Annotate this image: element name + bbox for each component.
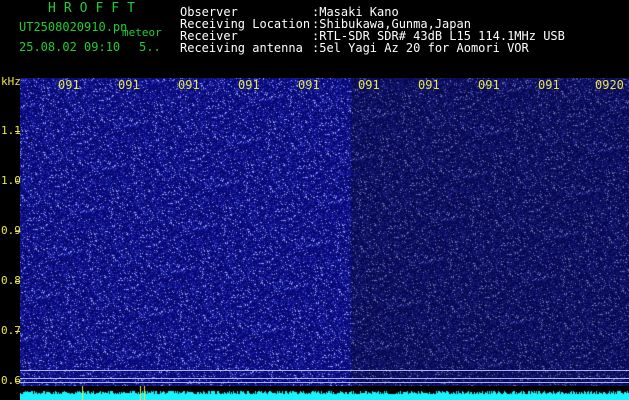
app-logo: HROFFT xyxy=(48,1,143,16)
time-label: 091 xyxy=(238,78,260,92)
time-label: 091 xyxy=(538,78,560,92)
field-label-antenna: Receiving antenna xyxy=(180,41,303,55)
meteor-tag: meteor xyxy=(122,26,162,39)
signal-trace xyxy=(20,386,629,400)
y-tick xyxy=(15,331,20,332)
spectrogram-area xyxy=(20,78,629,400)
time-label: 091 xyxy=(118,78,140,92)
time-label: 091 xyxy=(178,78,200,92)
y-tick xyxy=(15,231,20,232)
time-label: 091 xyxy=(478,78,500,92)
time-label: 091 xyxy=(58,78,80,92)
date-time: 25.08.02 09:10 xyxy=(19,40,121,54)
marker-line xyxy=(20,382,629,383)
time-label: 091 xyxy=(358,78,380,92)
time-label: 0920 xyxy=(595,78,624,92)
marker-line xyxy=(20,378,629,379)
time-label: 091 xyxy=(298,78,320,92)
axis-unit: kHz xyxy=(1,75,21,88)
marker-line xyxy=(20,370,629,371)
y-tick xyxy=(15,181,20,182)
header-panel: HROFFT UT2508020910.pn meteor 25.08.02 0… xyxy=(0,0,629,76)
time-label: 091 xyxy=(418,78,440,92)
meteor-count: 5.. xyxy=(139,40,161,54)
y-tick xyxy=(15,381,20,382)
y-tick xyxy=(15,131,20,132)
field-value-antenna: :5el Yagi Az 20 for Aomori VOR xyxy=(312,41,529,55)
file-name: UT2508020910.pn xyxy=(19,20,128,34)
frequency-axis: kHz 1.1 1.0 0.9 0.8 0.7 0.6 xyxy=(0,75,21,400)
y-tick xyxy=(15,281,20,282)
